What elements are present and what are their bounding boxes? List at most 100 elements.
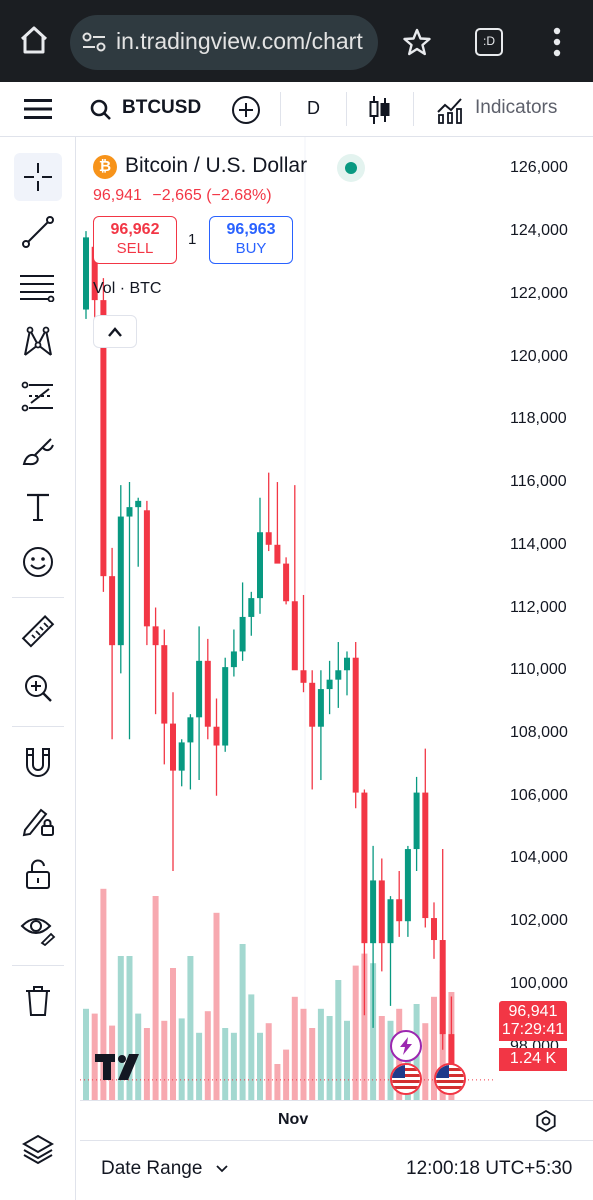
volume-bar bbox=[317, 1008, 324, 1100]
candle-body bbox=[213, 726, 220, 746]
price-tick-label: 110,000 bbox=[510, 661, 567, 679]
search-icon[interactable] bbox=[90, 99, 112, 126]
price-tick-label: 104,000 bbox=[510, 849, 568, 867]
interval-button[interactable]: D bbox=[307, 98, 320, 119]
candle-body bbox=[222, 667, 229, 746]
price-change-readout: 96,941 −2,665 (−2.68%) bbox=[93, 187, 272, 205]
hide-drawings-icon[interactable] bbox=[14, 904, 62, 952]
market-status-indicator[interactable] bbox=[337, 154, 365, 182]
candle-body bbox=[352, 657, 359, 793]
sell-price: 96,962 bbox=[110, 221, 160, 238]
volume-bar bbox=[248, 994, 255, 1100]
chart-toolbar: BTCUSD D Indicators bbox=[0, 82, 593, 137]
crosshair-icon[interactable] bbox=[14, 153, 62, 201]
volume-bar bbox=[378, 1016, 385, 1100]
layers-icon[interactable] bbox=[14, 1125, 62, 1173]
indicators-icon[interactable] bbox=[436, 96, 464, 129]
site-settings-icon[interactable] bbox=[82, 31, 106, 58]
us-flag-event-icon[interactable] bbox=[390, 1063, 422, 1095]
toolbar-divider bbox=[12, 965, 64, 966]
volume-bar bbox=[274, 1064, 281, 1100]
volume-bar bbox=[326, 1016, 333, 1100]
hamburger-menu-icon[interactable] bbox=[24, 97, 52, 126]
candle-body bbox=[291, 601, 298, 671]
time-scale[interactable]: Nov bbox=[80, 1100, 593, 1140]
add-symbol-icon[interactable] bbox=[231, 95, 261, 130]
volume-bar bbox=[309, 1028, 316, 1100]
indicators-button[interactable]: Indicators bbox=[475, 97, 557, 119]
volume-bar bbox=[291, 996, 298, 1100]
toolbar-divider bbox=[346, 92, 347, 126]
price-scale[interactable]: 126,000 124,000 122,000 120,000 118,000 116,0… bbox=[496, 137, 593, 1100]
market-open-dot-icon bbox=[345, 162, 357, 174]
date-range-label: Date Range bbox=[101, 1158, 203, 1179]
timezone-clock[interactable]: 12:00:18 UTC+5:30 bbox=[406, 1158, 572, 1180]
volume-bar bbox=[213, 912, 220, 1100]
price-tick-label: 108,000 bbox=[510, 723, 568, 741]
candle-body bbox=[326, 679, 333, 690]
emoji-icon[interactable] bbox=[14, 538, 62, 586]
candle-body bbox=[396, 899, 403, 922]
candle-body bbox=[274, 544, 281, 564]
candle-body bbox=[178, 742, 185, 771]
volume-bar bbox=[300, 1008, 307, 1100]
toolbar-divider bbox=[280, 92, 281, 126]
us-flag-event-icon[interactable] bbox=[434, 1063, 466, 1095]
volume-legend: Vol · BTC bbox=[93, 280, 162, 297]
candle-body bbox=[187, 717, 194, 743]
candlestick-chart-type-icon[interactable] bbox=[369, 94, 391, 131]
volume-bar bbox=[178, 1018, 185, 1100]
symbol-search-button[interactable]: BTCUSD bbox=[122, 97, 201, 119]
pattern-tool-icon[interactable] bbox=[14, 318, 62, 366]
candle-body bbox=[196, 660, 203, 718]
ruler-icon[interactable] bbox=[14, 608, 62, 656]
trash-icon[interactable] bbox=[14, 977, 62, 1025]
buy-button[interactable]: 96,963 BUY bbox=[209, 216, 293, 264]
volume-last-label: 1.24 K bbox=[499, 1048, 567, 1071]
zoom-in-icon[interactable] bbox=[14, 664, 62, 712]
candle-body bbox=[152, 626, 159, 646]
chart-settings-gear-icon[interactable] bbox=[535, 1109, 557, 1137]
sell-button[interactable]: 96,962 SELL bbox=[93, 216, 177, 264]
order-quantity: 1 bbox=[188, 231, 197, 248]
candle-body bbox=[300, 670, 307, 683]
candle-body bbox=[170, 723, 176, 771]
tab-switcher-button[interactable]: :D bbox=[475, 28, 503, 56]
text-tool-icon[interactable] bbox=[14, 483, 62, 531]
magnet-icon[interactable] bbox=[14, 739, 62, 787]
unlock-icon[interactable] bbox=[14, 850, 62, 898]
url-text: in.tradingview.com/chart bbox=[116, 28, 363, 54]
price-tick-label: 120,000 bbox=[510, 347, 568, 365]
star-icon[interactable] bbox=[403, 28, 431, 61]
brush-icon[interactable] bbox=[14, 428, 62, 476]
toolbar-divider bbox=[12, 597, 64, 598]
candle-body bbox=[283, 563, 290, 602]
date-range-button[interactable]: Date Range bbox=[101, 1158, 228, 1180]
candle-body bbox=[126, 507, 133, 517]
trend-line-icon[interactable] bbox=[14, 208, 62, 256]
address-bar[interactable]: in.tradingview.com/chart bbox=[70, 15, 378, 70]
candle-body bbox=[257, 532, 263, 599]
home-icon[interactable] bbox=[18, 24, 50, 61]
price-tick-label: 114,000 bbox=[510, 535, 567, 553]
forecasting-tool-icon[interactable] bbox=[14, 373, 62, 421]
collapse-legend-button[interactable] bbox=[93, 315, 137, 348]
chevron-up-icon bbox=[108, 326, 122, 337]
lightning-event-icon[interactable] bbox=[390, 1030, 422, 1062]
candle-body bbox=[344, 657, 350, 671]
fib-retracement-icon[interactable] bbox=[14, 263, 62, 311]
tradingview-logo-icon bbox=[95, 1053, 145, 1086]
candle-body bbox=[109, 576, 116, 646]
volume-bar bbox=[152, 896, 159, 1100]
volume-bar bbox=[239, 944, 246, 1100]
price-tick-label: 116,000 bbox=[510, 473, 567, 491]
lock-drawing-icon[interactable] bbox=[14, 797, 62, 845]
more-vertical-icon[interactable] bbox=[553, 27, 561, 62]
drawing-toolbar bbox=[0, 137, 76, 1200]
candle-body bbox=[248, 598, 255, 617]
candle-body bbox=[378, 880, 385, 944]
browser-bar: in.tradingview.com/chart :D bbox=[0, 0, 593, 82]
bottom-bar: Date Range 12:00:18 UTC+5:30 bbox=[80, 1140, 593, 1200]
time-tick-label: Nov bbox=[278, 1111, 309, 1128]
volume-bar bbox=[257, 1032, 263, 1100]
